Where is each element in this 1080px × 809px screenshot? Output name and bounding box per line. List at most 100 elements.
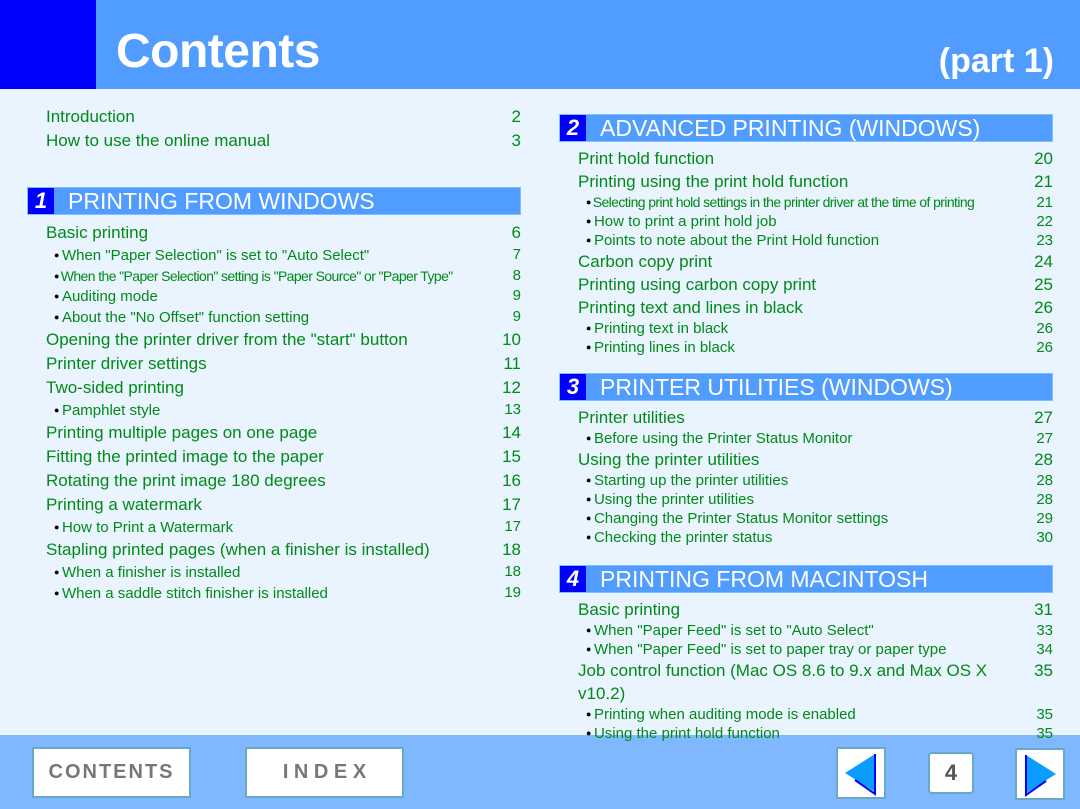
toc-item-page: 14 bbox=[502, 423, 521, 442]
toc-item-page: 35 bbox=[1036, 706, 1053, 723]
toc-item[interactable]: Fitting the printed image to the paper 15 bbox=[46, 445, 521, 469]
toc-item-page: 35 bbox=[1036, 725, 1053, 742]
toc-subitem[interactable]: When "Paper Feed" is set to paper tray o… bbox=[578, 640, 1053, 659]
section-header-3[interactable]: 3 PRINTER UTILITIES (WINDOWS) bbox=[559, 373, 1053, 401]
toc-subitem[interactable]: Using the printer utilities 28 bbox=[578, 490, 1053, 509]
toc-item-page: 24 bbox=[1034, 252, 1053, 271]
toc-item-page: 28 bbox=[1036, 491, 1053, 508]
toc-subitem[interactable]: How to print a print hold job 22 bbox=[578, 212, 1053, 231]
toc-item[interactable]: Printing text and lines in black 26 bbox=[578, 296, 1053, 319]
toc-item-page: 12 bbox=[502, 378, 521, 397]
toc-item-label: When "Paper Selection" is set to "Auto S… bbox=[54, 245, 369, 266]
section-header-2[interactable]: 2 ADVANCED PRINTING (WINDOWS) bbox=[559, 114, 1053, 142]
section-list: Printer utilities27Before using the Prin… bbox=[578, 406, 1053, 547]
toc-item-page: 18 bbox=[502, 540, 521, 559]
toc-item-page: 28 bbox=[1036, 472, 1053, 489]
toc-subitem[interactable]: Pamphlet style 13 bbox=[46, 400, 521, 421]
toc-item-label: Basic printing bbox=[578, 600, 681, 619]
toc-item-page: 11 bbox=[503, 354, 521, 373]
toc-item-page: 34 bbox=[1036, 641, 1053, 658]
section-number: 4 bbox=[560, 566, 586, 592]
toc-item-page: 2 bbox=[511, 107, 521, 126]
toc-item[interactable]: Basic printing 6 bbox=[46, 221, 521, 245]
toc-subitem[interactable]: How to Print a Watermark 17 bbox=[46, 517, 521, 538]
toc-subitem[interactable]: Checking the printer status 30 bbox=[578, 528, 1053, 547]
contents-button[interactable]: CONTENTS bbox=[32, 747, 191, 798]
toc-item-label: When "Paper Feed" is set to paper tray o… bbox=[586, 640, 947, 659]
toc-item[interactable]: Opening the printer driver from the "sta… bbox=[46, 328, 521, 352]
toc-subitem[interactable]: Printing when auditing mode is enabled 35 bbox=[578, 705, 1053, 724]
section-number: 1 bbox=[28, 188, 54, 214]
toc-subitem[interactable]: Before using the Printer Status Monitor 2… bbox=[578, 429, 1053, 448]
toc-item-page: 19 bbox=[504, 584, 521, 601]
toc-subitem[interactable]: Auditing mode 9 bbox=[46, 286, 521, 307]
section-list: Basic printing 31 When "Paper Feed" is set… bbox=[578, 598, 1053, 743]
toc-subitem[interactable]: When "Paper Feed" is set to "Auto Select… bbox=[578, 621, 1053, 640]
toc-subitem[interactable]: Changing the Printer Status Monitor sett… bbox=[578, 509, 1053, 528]
toc-item[interactable]: Printing using carbon copy print 25 bbox=[578, 273, 1053, 296]
toc-item-page: 22 bbox=[1036, 213, 1053, 230]
toc-item-page: 30 bbox=[1036, 529, 1053, 546]
toc-item[interactable]: Stapling printed pages (when a finisher … bbox=[46, 538, 521, 562]
toc-subitem[interactable]: Starting up the printer utilities 28 bbox=[578, 471, 1053, 490]
toc-subitem[interactable]: When a finisher is installed 18 bbox=[46, 562, 521, 583]
toc-subitem[interactable]: Selecting print hold settings in the pri… bbox=[578, 193, 1053, 212]
section-header-4[interactable]: 4 PRINTING FROM MACINTOSH bbox=[559, 565, 1053, 593]
toc-item[interactable]: Introduction 2 bbox=[46, 105, 521, 129]
toc-item-page: 8 bbox=[512, 267, 521, 284]
toc-item[interactable]: Two-sided printing 12 bbox=[46, 376, 521, 400]
toc-item-label: Two-sided printing bbox=[46, 378, 184, 397]
toc-subitem[interactable]: Using the print hold function 35 bbox=[578, 724, 1053, 743]
toc-subitem[interactable]: When the "Paper Selection" setting is "P… bbox=[46, 266, 521, 286]
section-title: ADVANCED PRINTING (WINDOWS) bbox=[600, 114, 981, 141]
toc-item-label: When a saddle stitch finisher is install… bbox=[54, 583, 328, 604]
toc-item-label: Printing when auditing mode is enabled bbox=[586, 705, 856, 724]
toc-item[interactable]: Carbon copy print 24 bbox=[578, 250, 1053, 273]
next-page-button[interactable] bbox=[1015, 748, 1065, 800]
toc-item[interactable]: Printing a watermark 17 bbox=[46, 493, 521, 517]
toc-item-page: 17 bbox=[502, 495, 521, 514]
toc-subitem[interactable]: About the "No Offset" function setting 9 bbox=[46, 307, 521, 328]
toc-subitem[interactable]: When "Paper Selection" is set to "Auto S… bbox=[46, 245, 521, 266]
toc-item-label: When the "Paper Selection" setting is "P… bbox=[54, 266, 453, 286]
toc-item[interactable]: Printing multiple pages on one page 14 bbox=[46, 421, 521, 445]
toc-item-label: How to use the online manual bbox=[46, 131, 270, 150]
section-title: PRINTING FROM WINDOWS bbox=[68, 187, 375, 214]
toc-subitem[interactable]: Printing text in black 26 bbox=[578, 319, 1053, 338]
toc-item-page: 26 bbox=[1036, 320, 1053, 337]
toc-subitem[interactable]: Printing lines in black 26 bbox=[578, 338, 1053, 357]
toc-item-page: 31 bbox=[1034, 600, 1053, 619]
toc-item-label: Printing using carbon copy print bbox=[578, 275, 817, 294]
part-label: (part 1) bbox=[938, 42, 1054, 80]
page-title: Contents bbox=[116, 25, 320, 78]
toc-item-label: How to Print a Watermark bbox=[54, 517, 233, 538]
section-header-1[interactable]: 1 PRINTING FROM WINDOWS bbox=[27, 187, 521, 215]
toc-item-label: Print hold function bbox=[578, 149, 715, 168]
page-number: 4 bbox=[928, 752, 974, 794]
toc-item-label: Printing multiple pages on one page bbox=[46, 423, 318, 442]
section-title: PRINTER UTILITIES (WINDOWS) bbox=[600, 373, 953, 400]
toc-item[interactable]: Rotating the print image 180 degrees 16 bbox=[46, 469, 521, 493]
toc-item-page: 6 bbox=[511, 223, 521, 242]
toc-item-label: Rotating the print image 180 degrees bbox=[46, 471, 326, 490]
toc-item-page: 20 bbox=[1034, 149, 1053, 168]
index-button[interactable]: I N D E X bbox=[245, 747, 404, 798]
toc-item[interactable]: Basic printing 31 bbox=[578, 598, 1053, 621]
toc-item[interactable]: Printer driver settings 11 bbox=[46, 352, 521, 376]
previous-page-button[interactable] bbox=[836, 747, 886, 799]
toc-item-label: Printer utilities bbox=[578, 408, 685, 427]
toc-item[interactable]: Printer utilities 27 bbox=[578, 406, 1053, 429]
toc-item[interactable]: How to use the online manual 3 bbox=[46, 129, 521, 153]
toc-subitem[interactable]: Points to note about the Print Hold func… bbox=[578, 231, 1053, 250]
toc-item-page: 16 bbox=[502, 471, 521, 490]
toc-item-label: Job control function (Mac OS 8.6 to 9.x … bbox=[578, 661, 988, 703]
toc-item-label: Pamphlet style bbox=[54, 400, 160, 421]
toc-item-label: Changing the Printer Status Monitor sett… bbox=[586, 509, 888, 528]
toc-item[interactable]: Printing using the print hold function 21 bbox=[578, 170, 1053, 193]
toc-subitem[interactable]: When a saddle stitch finisher is install… bbox=[46, 583, 521, 604]
footer-nav: CONTENTS I N D E X 4 bbox=[0, 735, 1080, 809]
toc-item-page: 25 bbox=[1034, 275, 1053, 294]
toc-item[interactable]: Job control function (Mac OS 8.6 to 9.x … bbox=[578, 659, 1053, 705]
toc-item[interactable]: Print hold function 20 bbox=[578, 147, 1053, 170]
toc-item[interactable]: Using the printer utilities 28 bbox=[578, 448, 1053, 471]
